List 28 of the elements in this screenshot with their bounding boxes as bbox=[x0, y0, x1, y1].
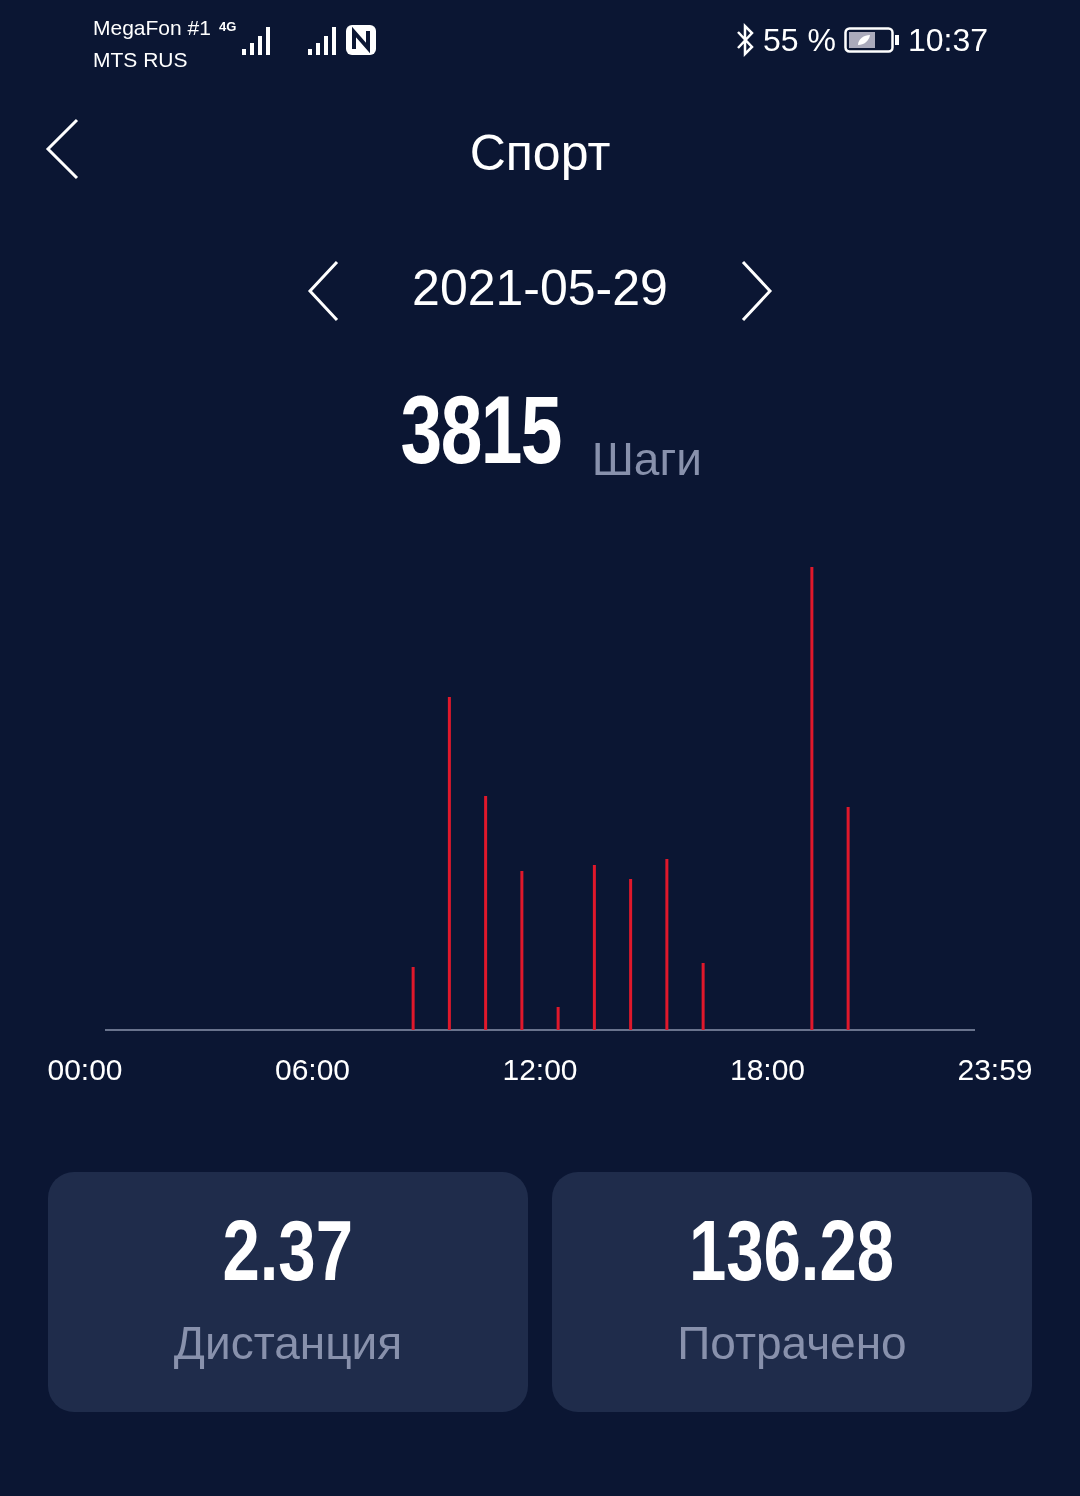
steps-count: 3815 bbox=[400, 375, 562, 485]
clock: 10:37 bbox=[907, 21, 988, 60]
back-button[interactable] bbox=[44, 118, 80, 180]
battery-percent: 55 % bbox=[763, 21, 836, 60]
stat-label: Дистанция bbox=[173, 1315, 403, 1371]
bar bbox=[701, 963, 705, 1030]
axis-label: 18:00 bbox=[728, 1052, 807, 1088]
axis-label: 00:00 bbox=[46, 1052, 124, 1088]
chevron-right-icon bbox=[739, 260, 774, 323]
page-title: Спорт bbox=[469, 123, 611, 183]
stat-label: Потрачено bbox=[677, 1315, 907, 1371]
stat-value: 2.37 bbox=[222, 1206, 354, 1293]
bluetooth-icon bbox=[735, 23, 755, 57]
axis-label: 12:00 bbox=[501, 1052, 579, 1088]
axis-label: 23:59 bbox=[956, 1052, 1034, 1088]
bar bbox=[556, 1007, 560, 1030]
chevron-left-icon bbox=[306, 260, 341, 323]
carrier-name: MegaFon #1 bbox=[93, 15, 211, 41]
nfc-icon bbox=[344, 23, 379, 57]
date-label: 2021-05-29 bbox=[412, 258, 668, 318]
stat-value: 136.28 bbox=[689, 1206, 895, 1293]
axis-label: 06:00 bbox=[273, 1052, 352, 1088]
bar bbox=[411, 967, 415, 1030]
steps-unit: Шаги bbox=[591, 432, 702, 487]
carrier-name: MTS RUS bbox=[93, 47, 189, 73]
back-icon bbox=[44, 118, 80, 180]
network-type: 4G bbox=[218, 20, 237, 33]
battery-icon bbox=[843, 27, 900, 53]
